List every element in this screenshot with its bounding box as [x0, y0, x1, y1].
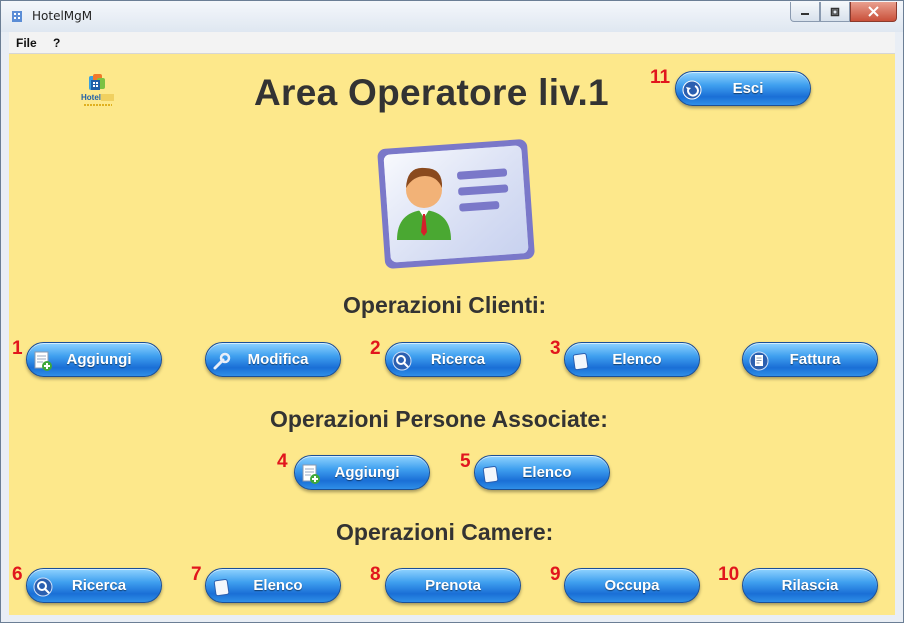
minimize-button[interactable]: [790, 2, 820, 22]
room-release-number: 10: [718, 564, 740, 585]
exit-button[interactable]: Esci: [675, 71, 811, 106]
app-icon: [12, 11, 22, 22]
menu-file[interactable]: File: [16, 36, 37, 50]
room-occupy-label: Occupa: [604, 577, 660, 594]
hotel-logo: Hotel: [81, 74, 114, 106]
close-icon: [868, 6, 879, 17]
client-invoice-label: Fattura: [789, 351, 841, 368]
logo-text: Hotel: [81, 93, 101, 102]
title-bar: HotelMgM: [1, 1, 903, 32]
close-button[interactable]: [850, 2, 897, 22]
client-search-button[interactable]: Ricerca: [385, 342, 521, 377]
room-list-button[interactable]: Elenco: [205, 568, 341, 603]
room-release-button[interactable]: Rilascia: [742, 568, 878, 603]
associate-list-button[interactable]: Elenco: [474, 455, 610, 490]
client-search-number: 2: [370, 338, 381, 359]
window-title: HotelMgM: [32, 9, 93, 23]
exit-number: 11: [650, 67, 671, 88]
client-edit-label: Modifica: [247, 351, 309, 368]
app-window: HotelMgM File ? Hotel Area Operatore liv…: [0, 0, 904, 623]
associate-list-number: 5: [460, 451, 471, 472]
clients-section-title: Operazioni Clienti:: [343, 292, 547, 318]
associate-add-button[interactable]: Aggiungi: [294, 455, 430, 490]
client-list-number: 3: [550, 338, 561, 359]
page-title: Area Operatore liv.1: [254, 72, 609, 113]
room-list-label: Elenco: [253, 577, 303, 594]
client-add-number: 1: [12, 338, 23, 359]
minimize-icon: [801, 12, 809, 15]
client-search-label: Ricerca: [430, 351, 486, 368]
room-occupy-button[interactable]: Occupa: [564, 568, 700, 603]
room-search-label: Ricerca: [71, 577, 127, 594]
room-book-label: Prenota: [425, 577, 481, 594]
client-edit-button[interactable]: Modifica: [205, 342, 341, 377]
client-add-button[interactable]: Aggiungi: [26, 342, 162, 377]
main-panel: Hotel Area Operatore liv.1 11 Esci Opera…: [9, 54, 895, 615]
room-search-number: 6: [12, 564, 23, 585]
menu-help[interactable]: ?: [53, 36, 60, 50]
room-search-button[interactable]: Ricerca: [26, 568, 162, 603]
associate-add-number: 4: [277, 451, 288, 472]
client-invoice-button[interactable]: Fattura: [742, 342, 878, 377]
client-add-label: Aggiungi: [66, 351, 132, 368]
rooms-section-title: Operazioni Camere:: [336, 519, 554, 545]
exit-label: Esci: [732, 80, 764, 97]
room-release-label: Rilascia: [781, 577, 839, 594]
operator-card-icon: [377, 139, 535, 269]
maximize-icon: [830, 7, 840, 16]
client-list-label: Elenco: [612, 351, 662, 368]
client-list-button[interactable]: Elenco: [564, 342, 700, 377]
room-book-number: 8: [370, 564, 381, 585]
room-book-button[interactable]: Prenota: [385, 568, 521, 603]
menu-bar: File ?: [9, 32, 895, 54]
associates-section-title: Operazioni Persone Associate:: [270, 406, 608, 432]
maximize-button[interactable]: [820, 2, 850, 22]
room-list-number: 7: [191, 564, 202, 585]
associate-add-label: Aggiungi: [334, 464, 400, 481]
room-occupy-number: 9: [550, 564, 561, 585]
associate-list-label: Elenco: [522, 464, 572, 481]
